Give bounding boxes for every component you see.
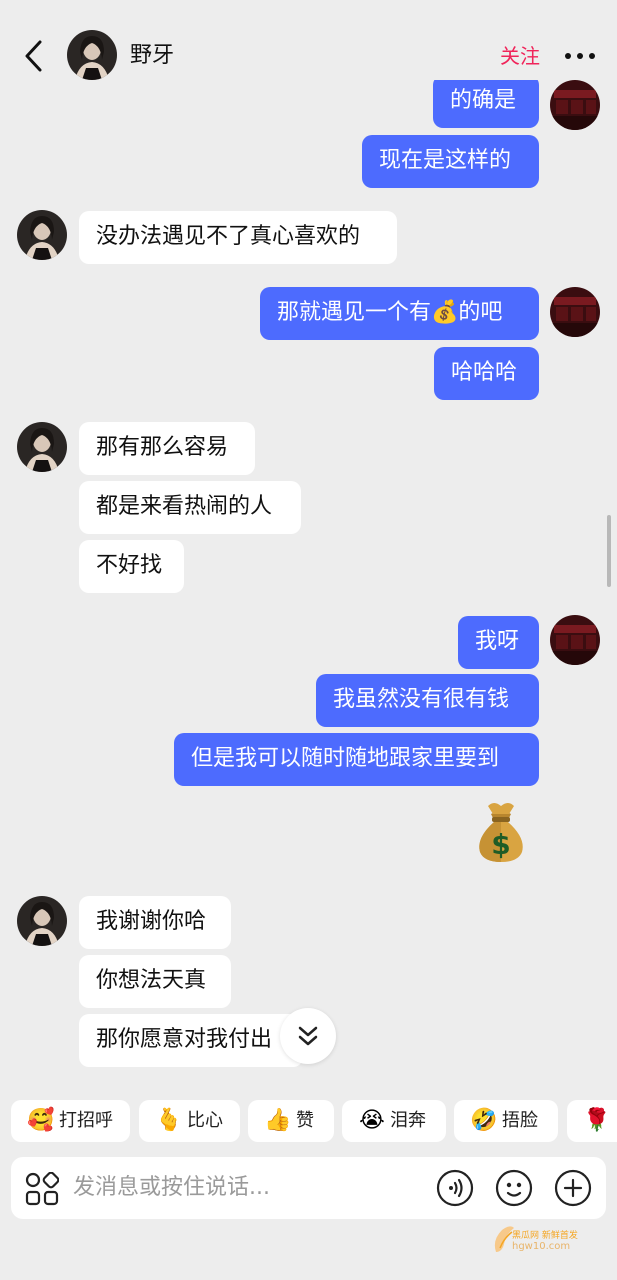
quick-reply-chip[interactable]: 😭 泪奔 <box>342 1100 446 1142</box>
emoji-face-icon[interactable] <box>495 1169 533 1207</box>
quick-reply-label: 捂脸 <box>502 1110 538 1131</box>
message-bubble-out[interactable]: 现在是这样的 <box>362 135 539 188</box>
message-bubble-in[interactable]: 你想法天真 <box>79 955 231 1008</box>
quick-reply-chip[interactable]: 🌹 <box>567 1100 617 1142</box>
message-list[interactable]: 的确是 现在是这样的 没办法遇见不了真心喜欢的 那就遇见一个有💰的吧 哈哈哈 那… <box>0 80 617 1090</box>
scrollbar-thumb[interactable] <box>607 515 611 587</box>
double-chevron-down-icon <box>298 1026 318 1046</box>
quick-reply-label: 赞 <box>296 1110 314 1131</box>
message-bubble-in[interactable]: 都是来看热闹的人 <box>79 481 301 534</box>
quick-reply-chip[interactable]: 🫰 比心 <box>139 1100 240 1142</box>
finger-heart-emoji-icon: 🫰 <box>155 1108 183 1133</box>
message-text: 那就遇见一个有 <box>277 300 432 325</box>
money-bag-emoji: 💰 <box>431 300 459 325</box>
contact-message-avatar[interactable] <box>17 896 67 946</box>
quick-reply-chip[interactable]: 🤣 捂脸 <box>454 1100 558 1142</box>
contact-message-avatar[interactable] <box>17 422 67 472</box>
voice-icon[interactable] <box>436 1169 474 1207</box>
rolling-laughing-emoji-icon: 🤣 <box>470 1108 498 1133</box>
more-dots-icon <box>565 53 595 59</box>
message-bubble-out[interactable]: 但是我可以随时随地跟家里要到 <box>174 733 539 786</box>
watermark-line2: hgw10.com <box>512 1241 571 1252</box>
message-bubble-in[interactable]: 不好找 <box>79 540 184 593</box>
message-bubble-out[interactable]: 哈哈哈 <box>434 347 539 400</box>
quick-reply-label: 打招呼 <box>59 1110 113 1131</box>
message-bubble-out[interactable]: 那就遇见一个有💰的吧 <box>260 287 539 340</box>
message-bubble-out[interactable]: 的确是 <box>433 80 539 128</box>
message-input[interactable]: 发消息或按住说话... <box>73 1172 270 1204</box>
message-bubble-out[interactable]: 我呀 <box>458 616 539 669</box>
message-text: 的吧 <box>458 300 503 325</box>
quick-reply-label: 泪奔 <box>390 1110 426 1131</box>
more-button[interactable] <box>562 46 598 66</box>
message-bubble-in[interactable]: 那你愿意对我付出 <box>79 1014 303 1067</box>
plus-icon[interactable] <box>554 1169 592 1207</box>
message-bubble-in[interactable]: 没办法遇见不了真心喜欢的 <box>79 211 397 264</box>
back-button[interactable] <box>20 36 48 76</box>
message-bubble-in[interactable]: 那有那么容易 <box>79 422 255 475</box>
svg-text:$: $ <box>491 828 510 861</box>
site-watermark: 黑瓜网 新鲜首发 hgw10.com <box>490 1222 600 1258</box>
my-avatar[interactable] <box>550 80 600 130</box>
my-avatar[interactable] <box>550 287 600 337</box>
smiling-hearts-emoji-icon: 🥰 <box>27 1108 55 1133</box>
quick-reply-bar[interactable]: 🥰 打招呼 🫰 比心 👍 赞 😭 泪奔 🤣 捂脸 🌹 <box>0 1100 617 1142</box>
contact-message-avatar[interactable] <box>17 210 67 260</box>
contact-name: 野牙 <box>130 43 175 68</box>
watermark-line1: 黑瓜网 新鲜首发 <box>512 1231 578 1241</box>
follow-button[interactable]: 关注 <box>500 42 540 70</box>
quick-reply-label: 比心 <box>187 1110 223 1131</box>
message-bubble-in[interactable]: 我谢谢你哈 <box>79 896 231 949</box>
message-composer: 发消息或按住说话... <box>11 1157 606 1219</box>
contact-avatar[interactable] <box>67 30 117 80</box>
apps-grid-icon[interactable] <box>25 1171 60 1206</box>
my-avatar[interactable] <box>550 615 600 665</box>
quick-reply-chip[interactable]: 👍 赞 <box>248 1100 334 1142</box>
rose-emoji-icon: 🌹 <box>583 1108 611 1133</box>
crying-face-emoji-icon: 😭 <box>359 1108 385 1133</box>
chevron-left-icon <box>25 40 42 72</box>
thumbs-up-emoji-icon: 👍 <box>264 1108 292 1133</box>
scroll-to-bottom-button[interactable] <box>280 1008 336 1064</box>
money-bag-sticker[interactable]: $ <box>470 798 532 864</box>
quick-reply-chip[interactable]: 🥰 打招呼 <box>11 1100 130 1142</box>
message-bubble-out[interactable]: 我虽然没有很有钱 <box>316 674 539 727</box>
